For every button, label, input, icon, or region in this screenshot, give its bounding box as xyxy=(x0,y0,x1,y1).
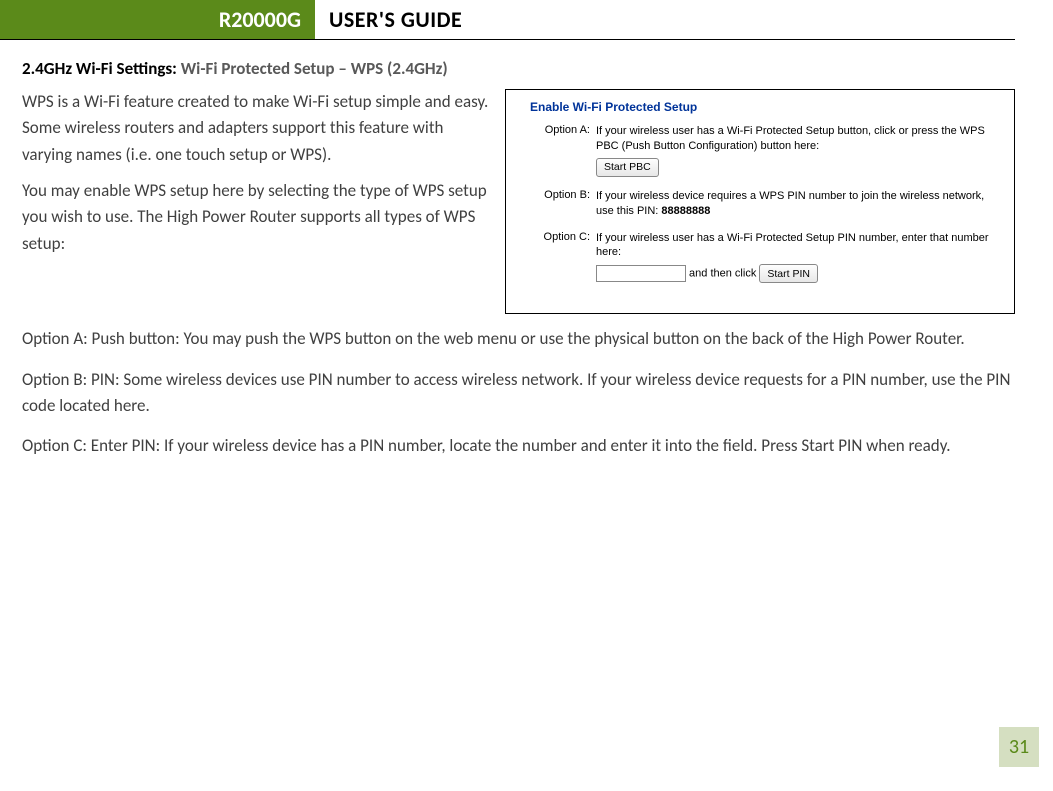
intro-row: WPS is a Wi-Fi feature created to make W… xyxy=(22,89,1015,314)
page-header: R20000G USER'S GUIDE xyxy=(0,0,1015,40)
intro-text: WPS is a Wi-Fi feature created to make W… xyxy=(22,89,491,267)
body-text: Option A: Push button: You may push the … xyxy=(22,326,1015,459)
option-b-text: If your wireless device requires a WPS P… xyxy=(596,190,984,217)
option-b-label: Option B: xyxy=(536,189,596,219)
option-c-mid: and then click xyxy=(686,268,759,280)
model-badge: R20000G xyxy=(0,0,315,39)
section-title: 2.4GHz Wi-Fi Settings: Wi-Fi Protected S… xyxy=(22,58,1015,79)
content: 2.4GHz Wi-Fi Settings: Wi-Fi Protected S… xyxy=(0,40,1053,460)
option-b-pin: 88888888 xyxy=(661,205,710,217)
option-b-body: If your wireless device requires a WPS P… xyxy=(596,189,1004,219)
option-c-body: If your wireless user has a Wi-Fi Protec… xyxy=(596,231,1004,284)
option-c-text: If your wireless user has a Wi-Fi Protec… xyxy=(596,232,989,259)
screenshot-title: Enable Wi-Fi Protected Setup xyxy=(530,100,1004,114)
screenshot-panel: Enable Wi-Fi Protected Setup Option A: I… xyxy=(505,89,1015,314)
option-a-body: If your wireless user has a Wi-Fi Protec… xyxy=(596,124,1004,177)
start-pin-button[interactable]: Start PIN xyxy=(759,264,818,283)
section-suffix: Wi-Fi Protected Setup – WPS (2.4GHz) xyxy=(181,58,448,79)
option-c-label: Option C: xyxy=(536,231,596,284)
intro-p2: You may enable WPS setup here by selecti… xyxy=(22,178,491,257)
page-number: 31 xyxy=(999,727,1039,767)
start-pbc-button[interactable]: Start PBC xyxy=(596,158,659,177)
body-option-c: Option C: Enter PIN: If your wireless de… xyxy=(22,433,1015,459)
body-option-a: Option A: Push button: You may push the … xyxy=(22,326,1015,352)
intro-p1: WPS is a Wi-Fi feature created to make W… xyxy=(22,89,491,168)
pin-input[interactable] xyxy=(596,265,686,282)
option-b: Option B: If your wireless device requir… xyxy=(536,189,1004,219)
option-a: Option A: If your wireless user has a Wi… xyxy=(536,124,1004,177)
body-option-b: Option B: PIN: Some wireless devices use… xyxy=(22,367,1015,420)
option-a-label: Option A: xyxy=(536,124,596,177)
doc-title: USER'S GUIDE xyxy=(315,0,462,39)
section-prefix: 2.4GHz Wi-Fi Settings: xyxy=(22,58,181,79)
option-c: Option C: If your wireless user has a Wi… xyxy=(536,231,1004,284)
option-a-text: If your wireless user has a Wi-Fi Protec… xyxy=(596,125,985,152)
